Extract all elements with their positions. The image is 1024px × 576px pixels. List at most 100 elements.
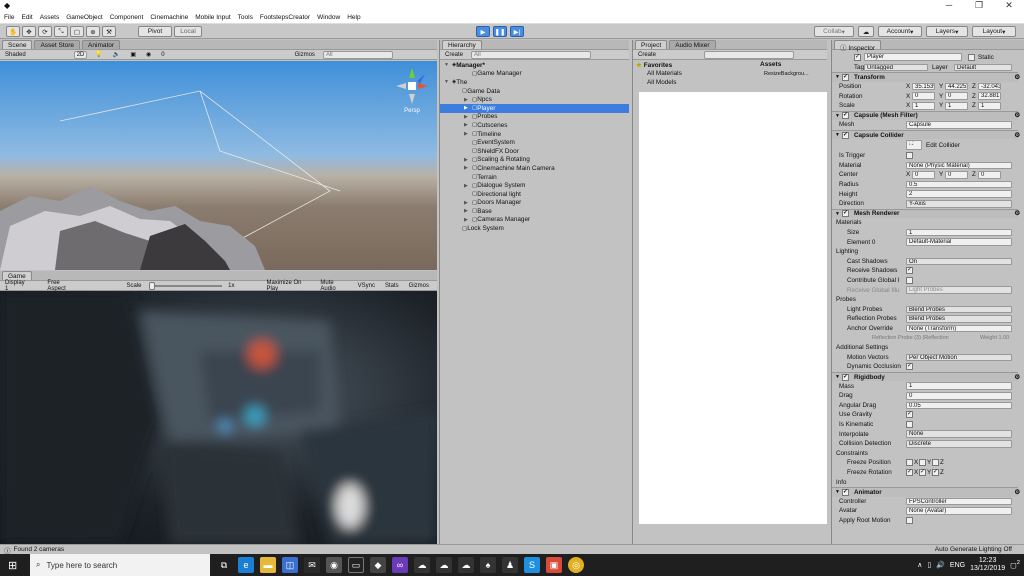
edge-icon[interactable]: e (238, 557, 254, 573)
expand-arrow-icon[interactable]: ▶ (464, 105, 472, 111)
menu-edit[interactable]: Edit (21, 14, 32, 21)
freeze-pos-checkbox[interactable] (932, 459, 939, 467)
audio-toggle-icon[interactable]: 🔈 (111, 51, 122, 58)
freeze-rot-checkbox[interactable]: ✓ (906, 469, 913, 477)
hierarchy-item[interactable]: ▶ ▢ Cinemachine Main Camera (440, 164, 629, 173)
mesh-filter-enabled-checkbox[interactable]: ✓ (842, 112, 849, 120)
hierarchy-item[interactable]: ▢ Terrain (440, 173, 629, 182)
effects-toggle-icon[interactable]: ▣ (128, 51, 138, 58)
project-create-dropdown[interactable]: Create (636, 52, 658, 58)
freeze-rot-checkbox[interactable]: ✓ (919, 469, 926, 477)
hierarchy-item[interactable]: ▶ ▢ Cutscenes (440, 121, 629, 130)
layer-dropdown[interactable]: Default (954, 63, 1012, 72)
hierarchy-item[interactable]: ▢ ShieldFX Door (440, 147, 629, 156)
store-icon[interactable]: ◫ (282, 557, 298, 573)
hidden-objects-icon[interactable]: ◉ (144, 51, 153, 58)
pivot-toggle[interactable]: Pivot (138, 26, 172, 37)
collapse-arrow-icon[interactable]: ▼ (835, 489, 840, 495)
close-button[interactable]: ✕ (994, 0, 1024, 11)
hierarchy-item[interactable]: ▢ Directional light (440, 190, 629, 199)
position-field-y[interactable]: 44.2253 (945, 82, 968, 91)
rotate-tool-icon[interactable]: ⟳ (38, 26, 52, 37)
expand-arrow-icon[interactable]: ▼ (444, 79, 452, 85)
transform-enabled-checkbox[interactable]: ✓ (842, 73, 849, 81)
collapse-arrow-icon[interactable]: ▼ (835, 74, 840, 80)
height-field[interactable]: 2 (906, 190, 1012, 198)
element-material-field[interactable]: Default-Material (906, 238, 1012, 246)
menu-footsteps-creator[interactable]: FootstepsCreator (260, 14, 310, 21)
size-field[interactable]: 1 (906, 228, 1012, 237)
hierarchy-item[interactable]: ▢ Game Manager (440, 70, 629, 79)
menu-mobile-input[interactable]: Mobile Input (195, 14, 230, 21)
freeze-pos-checkbox[interactable] (919, 459, 926, 467)
menu-file[interactable]: File (4, 14, 14, 21)
app-icon-2[interactable]: ☁ (414, 557, 430, 573)
notification-icon[interactable]: ▢2 (1010, 560, 1020, 569)
stats-toggle[interactable]: Stats (383, 283, 401, 289)
aspect-dropdown[interactable]: Free Aspect (45, 280, 78, 292)
capsule-collider-enabled-checkbox[interactable]: ✓ (842, 131, 849, 139)
collapse-arrow-icon[interactable]: ▼ (835, 211, 840, 217)
is-trigger-checkbox[interactable] (906, 152, 913, 160)
hierarchy-item[interactable]: ▶ ▢ Npcs (440, 95, 629, 104)
expand-arrow-icon[interactable]: ▶ (464, 217, 472, 223)
local-toggle[interactable]: Local (174, 26, 202, 37)
hierarchy-item[interactable]: ▶ ▢ Cameras Manager (440, 216, 629, 225)
hierarchy-item[interactable]: ▶ ▢ Base (440, 207, 629, 216)
favorites-folder[interactable]: ★ Favorites (633, 61, 757, 70)
move-tool-icon[interactable]: ✥ (22, 26, 36, 37)
expand-arrow-icon[interactable]: ▶ (464, 122, 472, 128)
motion-vectors-dropdown[interactable]: Per Object Motion (906, 353, 1012, 362)
mesh-renderer-enabled-checkbox[interactable]: ✓ (842, 210, 849, 218)
rotation-field-z[interactable]: 32.881 (978, 92, 1001, 100)
clock[interactable]: 12:23 13/12/2019 (970, 557, 1005, 573)
app-icon-5[interactable]: ♠ (480, 557, 496, 573)
status-message[interactable]: Found 2 cameras (14, 546, 65, 553)
receive-gi-dropdown[interactable]: Light Probes (906, 286, 1012, 294)
collision-detection-dropdown[interactable]: Discrete (906, 440, 1012, 448)
display-dropdown[interactable]: Display 1 (3, 280, 29, 292)
animator-enabled-checkbox[interactable]: ✓ (842, 488, 849, 496)
freeze-rot-checkbox[interactable]: ✓ (932, 469, 939, 477)
anchor-override-field[interactable]: None (Transform) (906, 324, 1012, 333)
maximize-on-play-toggle[interactable]: Maximize On Play (264, 280, 312, 292)
menu-window[interactable]: Window (317, 14, 340, 21)
edit-collider-button[interactable]: ⛶ (906, 140, 922, 151)
static-checkbox[interactable] (968, 53, 975, 61)
interpolate-dropdown[interactable]: None (906, 430, 1012, 438)
center-field-y[interactable]: 0 (945, 171, 968, 179)
fav-all-models[interactable]: All Models (633, 78, 757, 87)
expand-arrow-icon[interactable]: ▶ (464, 200, 472, 206)
account-dropdown[interactable]: Account ▾ (878, 26, 922, 37)
collab-dropdown[interactable]: Collab ▾ (814, 26, 854, 37)
chrome-icon[interactable]: ◎ (568, 557, 584, 573)
position-field-z[interactable]: -32.043 (978, 82, 1001, 91)
light-probes-dropdown[interactable]: Blend Probes (906, 305, 1012, 314)
rotation-field-x[interactable]: 0 (912, 92, 935, 100)
expand-arrow-icon[interactable]: ▶ (464, 114, 472, 120)
volume-icon[interactable]: 🔊 (936, 561, 945, 569)
hierarchy-search-input[interactable]: All (471, 50, 592, 59)
tray-arrow-icon[interactable]: ∧ (917, 561, 922, 569)
scene-gizmo[interactable]: Persp (392, 66, 432, 114)
expand-arrow-icon[interactable]: ▶ (464, 183, 472, 189)
use-gravity-checkbox[interactable]: ✓ (906, 411, 913, 419)
tag-dropdown[interactable]: Untagged (864, 63, 928, 72)
mute-audio-toggle[interactable]: Mute Audio (318, 280, 349, 292)
component-gear-icon[interactable]: ⚙ (1014, 74, 1020, 81)
layout-dropdown[interactable]: Layout ▾ (972, 26, 1016, 37)
rotation-field-y[interactable]: 0 (945, 92, 968, 100)
shading-mode-dropdown[interactable]: Shaded (3, 52, 28, 58)
hand-tool-icon[interactable]: ✋ (6, 26, 20, 37)
rect-tool-icon[interactable]: ▢ (70, 26, 84, 37)
controller-field[interactable]: FPSController (906, 497, 1012, 506)
contribute-gi-checkbox[interactable] (906, 277, 913, 285)
rigidbody-enabled-checkbox[interactable]: ✓ (842, 373, 849, 381)
apply-root-motion-checkbox[interactable] (906, 517, 913, 525)
app-icon-6[interactable]: ♟ (502, 557, 518, 573)
cast-shadows-dropdown[interactable]: On (906, 257, 1012, 266)
hierarchy-item[interactable]: ▢ Game Data (440, 87, 629, 96)
hierarchy-item[interactable]: ▼ ◈ Manager* (440, 61, 629, 70)
layers-dropdown[interactable]: Layers ▾ (926, 26, 968, 37)
language-indicator[interactable]: ENG (950, 562, 965, 569)
